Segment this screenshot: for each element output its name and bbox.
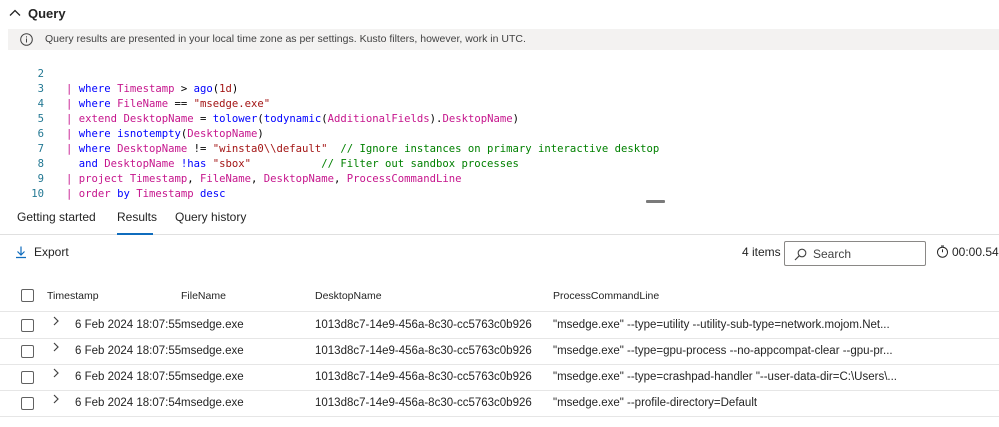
- code-line: 2 | where Timestamp > ago(1d): [0, 52, 999, 95]
- chevron-right-icon[interactable]: [51, 368, 61, 378]
- column-header-filename[interactable]: FileName: [181, 290, 226, 302]
- export-button[interactable]: Export: [34, 245, 69, 259]
- download-icon[interactable]: [14, 245, 28, 259]
- cell-timestamp: 6 Feb 2024 18:07:55: [75, 371, 182, 383]
- code-line: 5 | where isnotempty(DesktopName): [0, 97, 999, 140]
- cell-processcommandline: "msedge.exe" --type=crashpad-handler "--…: [553, 371, 897, 383]
- query-title: Query: [28, 6, 66, 21]
- pane-splitter-handle[interactable]: [646, 200, 665, 203]
- row-checkbox[interactable]: [21, 319, 34, 332]
- row-checkbox[interactable]: [21, 371, 34, 384]
- line-number: 10: [31, 188, 44, 200]
- chevron-right-icon[interactable]: [51, 394, 61, 404]
- cell-desktopname: 1013d8c7-14e9-456a-8c30-cc5763c0b926: [315, 345, 532, 357]
- code-line: 6 | where DesktopName != "winsta0\\defau…: [0, 112, 999, 155]
- info-banner: Query results are presented in your loca…: [8, 29, 999, 50]
- column-header-processcommandline[interactable]: ProcessCommandLine: [553, 290, 659, 302]
- stopwatch-icon: [937, 245, 948, 258]
- code-line: 8 | project Timestamp, FileName, Desktop…: [0, 142, 999, 185]
- table-row[interactable]: 6 Feb 2024 18:07:55 msedge.exe 1013d8c7-…: [0, 365, 999, 391]
- cell-desktopname: 1013d8c7-14e9-456a-8c30-cc5763c0b926: [315, 319, 532, 331]
- results-tabs: Getting started Results Query history: [0, 205, 999, 235]
- chevron-up-icon[interactable]: [9, 7, 21, 19]
- cell-processcommandline: "msedge.exe" --type=utility --utility-su…: [553, 319, 890, 331]
- cell-filename: msedge.exe: [181, 345, 244, 357]
- code-line: 4 | extend DesktopName = tolower(todynam…: [0, 82, 999, 125]
- tab-results[interactable]: Results: [117, 210, 157, 224]
- cell-filename: msedge.exe: [181, 371, 244, 383]
- code-line: 9 | order by Timestamp desc: [0, 157, 999, 200]
- query-section-header[interactable]: Query: [0, 0, 999, 28]
- row-checkbox[interactable]: [21, 397, 34, 410]
- tab-getting-started[interactable]: Getting started: [17, 210, 96, 224]
- cell-timestamp: 6 Feb 2024 18:07:55: [75, 319, 182, 331]
- chevron-right-icon[interactable]: [51, 342, 61, 352]
- cell-filename: msedge.exe: [181, 397, 244, 409]
- tab-query-history[interactable]: Query history: [175, 210, 246, 224]
- query-editor[interactable]: 2 | where Timestamp > ago(1d) 3 | where …: [0, 52, 999, 200]
- column-header-desktopname[interactable]: DesktopName: [315, 290, 382, 302]
- info-icon: [20, 33, 33, 46]
- cell-desktopname: 1013d8c7-14e9-456a-8c30-cc5763c0b926: [315, 371, 532, 383]
- cell-timestamp: 6 Feb 2024 18:07:55: [75, 345, 182, 357]
- active-tab-indicator: [117, 233, 153, 235]
- row-checkbox[interactable]: [21, 345, 34, 358]
- search-input[interactable]: [813, 245, 921, 262]
- table-row[interactable]: 6 Feb 2024 18:07:54 msedge.exe 1013d8c7-…: [0, 391, 999, 417]
- info-text: Query results are presented in your loca…: [45, 33, 526, 45]
- cell-timestamp: 6 Feb 2024 18:07:54: [75, 397, 182, 409]
- table-row[interactable]: 6 Feb 2024 18:07:55 msedge.exe 1013d8c7-…: [0, 339, 999, 365]
- elapsed-time: 00:00.545: [952, 245, 999, 259]
- select-all-checkbox[interactable]: [21, 289, 34, 302]
- code-text: | order by Timestamp desc: [66, 188, 226, 200]
- search-icon: [794, 248, 807, 261]
- cell-filename: msedge.exe: [181, 319, 244, 331]
- column-header-timestamp[interactable]: Timestamp: [47, 290, 99, 302]
- cell-desktopname: 1013d8c7-14e9-456a-8c30-cc5763c0b926: [315, 397, 532, 409]
- cell-processcommandline: "msedge.exe" --type=gpu-process --no-app…: [553, 345, 893, 357]
- code-line: 7 and DesktopName !has "sbox" // Filter …: [0, 127, 999, 170]
- cell-processcommandline: "msedge.exe" --profile-directory=Default: [553, 397, 758, 409]
- code-line: 3 | where FileName == "msedge.exe": [0, 67, 999, 110]
- items-count: 4 items: [742, 245, 781, 259]
- table-row[interactable]: 6 Feb 2024 18:07:55 msedge.exe 1013d8c7-…: [0, 313, 999, 339]
- chevron-right-icon[interactable]: [51, 316, 61, 326]
- search-box[interactable]: [784, 241, 926, 266]
- code-line: 10: [0, 172, 999, 200]
- table-header-row: Timestamp FileName DesktopName ProcessCo…: [0, 280, 999, 312]
